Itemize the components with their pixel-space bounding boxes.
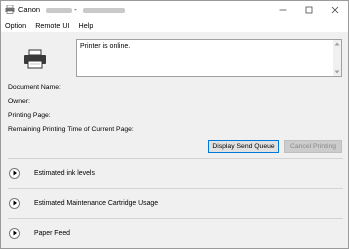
owner-label: Owner: [8, 98, 30, 105]
window-title-app: Canon [18, 5, 41, 14]
printer-icon [24, 49, 46, 69]
menu-option[interactable]: Option [5, 21, 26, 30]
status-message-box[interactable]: Printer is online. [76, 39, 342, 77]
scroll-up-arrow-icon[interactable] [334, 41, 340, 47]
minimize-icon [279, 9, 287, 10]
document-name-label: Document Name: [8, 84, 61, 91]
section-ink-levels[interactable]: Estimated ink levels [9, 166, 95, 180]
printing-page-label: Printing Page: [8, 112, 51, 119]
maximize-icon [305, 6, 313, 13]
section-maintenance-cartridge[interactable]: Estimated Maintenance Cartridge Usage [9, 196, 158, 210]
remaining-time-label: Remaining Printing Time of Current Page: [8, 126, 134, 133]
close-button[interactable] [322, 1, 348, 18]
redacted-printer-id [82, 7, 125, 13]
expand-button[interactable] [9, 197, 20, 209]
display-send-queue-button[interactable]: Display Send Queue [208, 140, 279, 153]
section-paper-feed[interactable]: Paper Feed [9, 226, 70, 240]
play-arrow-icon [13, 170, 17, 176]
maximize-button[interactable] [296, 1, 322, 18]
window-controls [270, 1, 348, 18]
menu-bar: Option Remote UI Help [1, 18, 348, 32]
printer-app-icon [5, 5, 15, 14]
divider [8, 188, 343, 189]
cancel-printing-button[interactable]: Cancel Printing [284, 140, 342, 153]
printer-status-window: Canon - Option Remote UI Help Printer is… [0, 0, 349, 249]
expand-button[interactable] [9, 227, 20, 239]
section-label: Estimated Maintenance Cartridge Usage [34, 199, 159, 207]
menu-help[interactable]: Help [79, 21, 94, 30]
section-label: Estimated ink levels [34, 169, 95, 177]
window-title-separator: - [74, 5, 77, 14]
play-arrow-icon [13, 200, 17, 206]
section-label: Paper Feed [34, 229, 71, 237]
close-icon [331, 6, 339, 13]
window-title: Canon - [18, 5, 125, 14]
status-message: Printer is online. [80, 43, 131, 50]
menu-remote-ui[interactable]: Remote UI [35, 21, 69, 30]
status-scrollbar[interactable] [333, 40, 341, 76]
minimize-button[interactable] [270, 1, 296, 18]
divider [8, 158, 343, 159]
title-bar[interactable]: Canon - [1, 1, 348, 18]
expand-button[interactable] [9, 167, 20, 179]
play-arrow-icon [13, 230, 17, 236]
redacted-model-name [46, 7, 73, 13]
divider [8, 218, 343, 219]
scroll-down-arrow-icon[interactable] [334, 69, 340, 75]
